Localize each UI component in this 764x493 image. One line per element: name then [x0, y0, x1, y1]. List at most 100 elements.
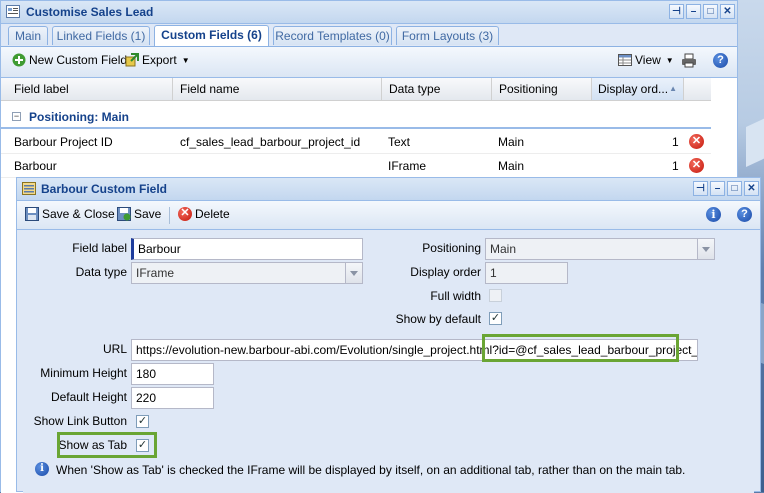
dialog-title: Barbour Custom Field	[41, 182, 168, 196]
tab-form-layouts[interactable]: Form Layouts (3)	[396, 26, 499, 45]
dialog-title-bar[interactable]: Barbour Custom Field ⊣ – □ ✕	[17, 178, 760, 201]
help-button[interactable]: ?	[713, 53, 728, 68]
minimize-icon[interactable]: –	[710, 181, 725, 196]
save-close-icon	[25, 207, 39, 221]
url-prefix-text: https://evolution-new.barbour-abi.com/Ev…	[136, 343, 516, 357]
url-label: URL	[102, 342, 127, 356]
table-row[interactable]: Barbour Project ID cf_sales_lead_barbour…	[1, 130, 711, 154]
tab-strip: Main Linked Fields (1) Custom Fields (6)…	[1, 24, 737, 47]
cell-field-name: cf_sales_lead_barbour_project_id	[180, 135, 361, 149]
delete-row-icon[interactable]: ✕	[689, 158, 704, 173]
save-and-close-label: Save & Close	[42, 207, 115, 221]
column-header-actions	[684, 78, 711, 100]
dialog-form-icon	[22, 182, 36, 195]
help-icon: ?	[737, 207, 752, 222]
show-by-default-checkbox[interactable]: ✓	[489, 312, 502, 325]
grid-view-icon	[618, 54, 632, 66]
field-label-input[interactable]	[131, 238, 363, 260]
data-type-dropdown-icon[interactable]	[346, 262, 363, 284]
column-header-data-type[interactable]: Data type	[382, 78, 492, 100]
barbour-custom-field-dialog: Barbour Custom Field ⊣ – □ ✕ Save & Clos…	[16, 177, 761, 493]
help-button[interactable]: ?	[737, 207, 752, 222]
column-header-field-name[interactable]: Field name	[173, 78, 382, 100]
full-width-label: Full width	[430, 289, 481, 303]
positioning-label: Positioning	[422, 241, 481, 255]
tab-linked-fields[interactable]: Linked Fields (1)	[52, 26, 150, 45]
tab-record-templates[interactable]: Record Templates (0)	[273, 26, 392, 45]
cell-field-label: Barbour	[14, 159, 57, 173]
sort-ascending-icon: ▲	[669, 84, 677, 93]
dropdown-arrow-icon: ▼	[181, 55, 190, 65]
new-custom-field-button[interactable]: New Custom Field	[12, 53, 127, 67]
display-order-header-label: Display ord...	[598, 82, 669, 96]
display-order-input[interactable]	[485, 262, 568, 284]
url-token-highlight	[482, 334, 679, 362]
group-label: Positioning: Main	[29, 110, 129, 124]
grid-header: Field label Field name Data type Positio…	[1, 78, 711, 101]
close-icon[interactable]: ✕	[720, 4, 735, 19]
cell-field-label: Barbour Project ID	[14, 135, 113, 149]
cell-data-type: Text	[388, 135, 411, 149]
show-link-button-checkbox[interactable]: ✓	[136, 415, 149, 428]
print-icon	[682, 53, 696, 68]
maximize-icon[interactable]: □	[727, 181, 742, 196]
positioning-select[interactable]	[485, 238, 698, 260]
cell-display-order: 1	[672, 135, 679, 149]
show-as-tab-highlight	[57, 432, 157, 458]
info-button[interactable]: i	[706, 207, 721, 222]
print-button[interactable]	[681, 53, 697, 68]
main-toolbar: New Custom Field Export ▼ View ▼ ?	[1, 47, 737, 78]
column-header-positioning[interactable]: Positioning	[492, 78, 592, 100]
field-label-label: Field label	[72, 241, 127, 255]
add-icon	[12, 53, 26, 67]
view-button[interactable]: View ▼	[618, 53, 674, 67]
save-label: Save	[134, 207, 162, 221]
table-row[interactable]: Barbour IFrame Main 1 ✕	[1, 154, 711, 178]
tab-main[interactable]: Main	[8, 26, 48, 45]
display-order-label: Display order	[410, 265, 481, 279]
data-type-label: Data type	[75, 265, 127, 279]
pin-icon[interactable]: ⊣	[669, 4, 684, 19]
toolbar-separator	[169, 207, 170, 224]
export-label: Export	[142, 53, 177, 67]
minimum-height-input[interactable]	[131, 363, 214, 385]
show-link-button-label: Show Link Button	[33, 414, 127, 428]
maximize-icon[interactable]: □	[703, 4, 718, 19]
save-icon	[117, 207, 131, 221]
tab-custom-fields[interactable]: Custom Fields (6)	[154, 25, 269, 46]
info-icon: i	[35, 462, 49, 476]
column-header-field-label[interactable]: Field label	[1, 78, 173, 100]
window-title-bar[interactable]: Customise Sales Lead ⊣ – □ ✕	[1, 1, 737, 24]
dialog-toolbar: Save & Close Save ✕ Delete i ?	[17, 201, 760, 230]
info-icon: i	[706, 207, 721, 222]
delete-row-icon[interactable]: ✕	[689, 134, 704, 149]
default-height-label: Default Height	[50, 390, 127, 404]
window-form-icon	[6, 5, 20, 18]
save-button[interactable]: Save	[117, 207, 161, 221]
help-icon: ?	[713, 53, 728, 68]
full-width-checkbox[interactable]	[489, 289, 502, 302]
delete-button[interactable]: ✕ Delete	[178, 207, 230, 221]
minimize-icon[interactable]: –	[686, 4, 701, 19]
show-as-tab-info-text: When 'Show as Tab' is checked the IFrame…	[56, 463, 686, 477]
group-header-positioning-main[interactable]: − Positioning: Main	[1, 107, 711, 129]
close-icon[interactable]: ✕	[744, 181, 759, 196]
cell-positioning: Main	[498, 159, 525, 173]
window-title: Customise Sales Lead	[26, 5, 154, 19]
pin-icon[interactable]: ⊣	[693, 181, 708, 196]
positioning-dropdown-icon[interactable]	[698, 238, 715, 260]
dialog-form: Field label Positioning Data type Displa…	[23, 230, 754, 493]
default-height-input[interactable]	[131, 387, 214, 409]
save-and-close-button[interactable]: Save & Close	[25, 207, 115, 221]
delete-icon: ✕	[178, 207, 192, 221]
view-label: View	[635, 53, 661, 67]
show-by-default-label: Show by default	[395, 312, 481, 326]
cell-positioning: Main	[498, 135, 525, 149]
column-header-display-order[interactable]: Display ord... ▲	[592, 78, 684, 100]
minimum-height-label: Minimum Height	[40, 366, 127, 380]
delete-label: Delete	[195, 207, 230, 221]
collapse-group-icon[interactable]: −	[12, 112, 21, 121]
export-button[interactable]: Export ▼	[125, 53, 190, 67]
data-type-select[interactable]	[131, 262, 346, 284]
desktop-decoration	[746, 113, 764, 167]
